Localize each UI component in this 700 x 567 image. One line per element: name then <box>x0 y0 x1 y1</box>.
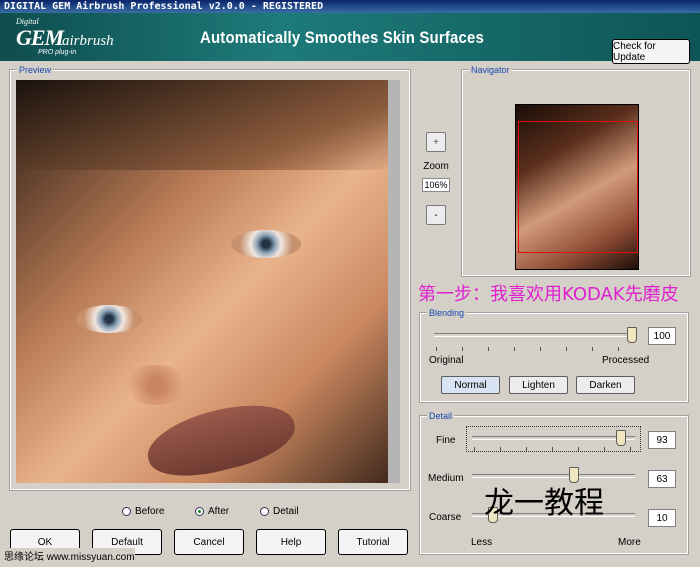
more-label: More <box>618 537 641 548</box>
logo-plugin-text: PRO plug-in <box>38 49 77 56</box>
detail-title: Detail <box>427 411 455 422</box>
zoom-in-button[interactable]: + <box>426 132 446 152</box>
help-button[interactable]: Help <box>256 529 326 555</box>
coarse-value[interactable]: 10 <box>648 509 676 527</box>
tutorial-watermark: 龙一教程 <box>484 486 604 521</box>
view-after-label: After <box>208 506 230 517</box>
default-label: Default <box>111 536 143 548</box>
fine-value[interactable]: 93 <box>648 431 676 449</box>
blending-title: Blending <box>427 308 467 319</box>
blend-darken-button[interactable]: Darken <box>576 376 635 394</box>
radio-dot-selected-icon <box>195 507 204 516</box>
preview-title: Preview <box>17 65 54 76</box>
cancel-label: Cancel <box>193 536 225 548</box>
zoom-label: Zoom <box>423 161 449 172</box>
preview-scrollbar[interactable] <box>388 80 400 483</box>
navigator-view-rect[interactable] <box>518 121 638 253</box>
product-logo: Digital GEM airbrush PRO plug-in <box>16 17 136 59</box>
coarse-label: Coarse <box>429 512 462 523</box>
help-label: Help <box>280 536 302 548</box>
tutorial-button[interactable]: Tutorial <box>338 529 408 555</box>
preview-eye-right <box>231 230 301 258</box>
check-for-update-button[interactable]: Check for Update <box>612 39 690 64</box>
plus-icon: + <box>433 136 439 148</box>
zoom-value: 106% <box>422 178 450 192</box>
preview-nose <box>121 365 191 405</box>
banner-tagline: Automatically Smoothes Skin Surfaces <box>200 28 485 47</box>
preview-eye-left <box>76 305 142 333</box>
minus-icon: - <box>434 209 438 221</box>
medium-value[interactable]: 63 <box>648 470 676 488</box>
navigator-title: Navigator <box>469 65 512 76</box>
logo-airbrush-text: airbrush <box>62 33 114 49</box>
blending-value[interactable]: 100 <box>648 327 676 345</box>
blend-normal-button[interactable]: Normal <box>441 376 500 394</box>
fine-label: Fine <box>436 435 456 446</box>
ok-label: OK <box>37 536 53 548</box>
radio-dot-icon <box>122 507 131 516</box>
cancel-button[interactable]: Cancel <box>174 529 244 555</box>
view-before-radio[interactable]: Before <box>122 506 164 517</box>
blending-processed-label: Processed <box>602 355 650 366</box>
logo-gem-text: GEM <box>16 25 64 50</box>
blending-slider-track[interactable] <box>434 333 634 337</box>
annotation-note: 第一步：我喜欢用KODAK先磨皮 <box>418 284 679 305</box>
less-label: Less <box>471 537 493 548</box>
view-after-radio[interactable]: After <box>195 506 229 517</box>
header-banner: Digital GEM airbrush PRO plug-in Automat… <box>0 13 700 64</box>
footer-watermark: 思缘论坛 www.missyuan.com <box>4 548 135 563</box>
radio-dot-icon <box>260 507 269 516</box>
blending-slider-thumb[interactable] <box>627 327 637 343</box>
window-title: DIGITAL GEM Airbrush Professional v2.0.0… <box>0 0 700 13</box>
blending-original-label: Original <box>429 355 464 366</box>
fine-slider-track[interactable] <box>472 436 635 440</box>
view-detail-label: Detail <box>273 506 299 517</box>
preview-image[interactable] <box>16 80 400 483</box>
preview-hair <box>16 80 400 170</box>
view-before-label: Before <box>135 506 165 517</box>
medium-label: Medium <box>428 473 464 484</box>
preview-lips <box>140 392 302 483</box>
fine-slider-thumb[interactable] <box>616 430 626 446</box>
blend-lighten-button[interactable]: Lighten <box>509 376 568 394</box>
view-detail-radio[interactable]: Detail <box>260 506 299 517</box>
fine-ticks <box>474 447 637 451</box>
tutorial-label: Tutorial <box>356 536 390 548</box>
zoom-out-button[interactable]: - <box>426 205 446 225</box>
blending-ticks <box>436 347 636 351</box>
